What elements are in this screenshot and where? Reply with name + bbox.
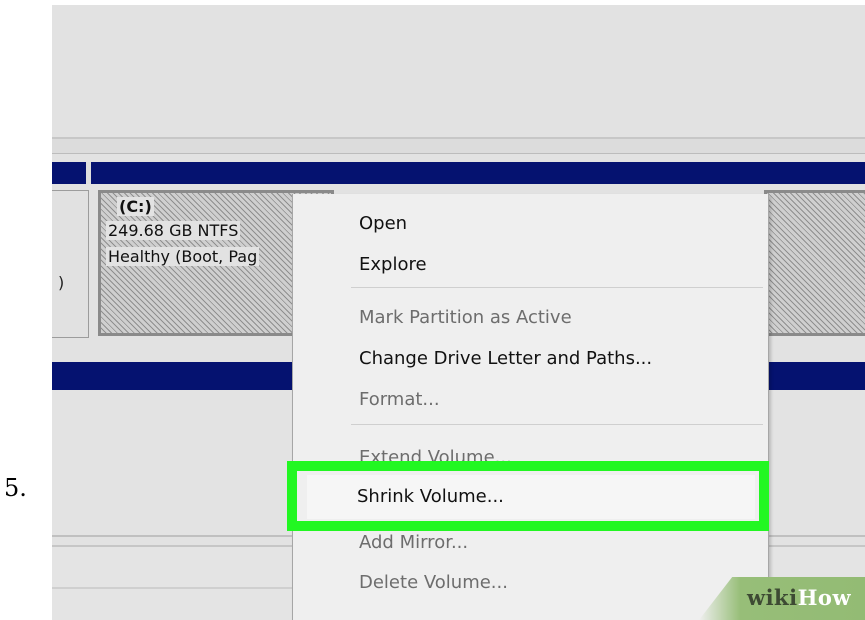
- menu-item-explore[interactable]: Explore: [359, 253, 427, 277]
- disk-0-header-bar: [52, 162, 865, 184]
- step-number: 5.: [4, 474, 27, 502]
- menu-item-change-drive-letter[interactable]: Change Drive Letter and Paths...: [359, 347, 652, 371]
- disk-0-label-fragment: ): [58, 273, 65, 292]
- disk-management-screenshot: ) (C:) 249.68 GB NTFS Healthy (Boot, Pag…: [52, 5, 865, 620]
- watermark-wiki: wiki: [747, 585, 798, 610]
- volume-c-size: 249.68 GB NTFS: [106, 221, 241, 240]
- unallocated-partition[interactable]: [764, 190, 865, 336]
- volume-c-name: (C:): [117, 197, 154, 216]
- menu-separator: [351, 287, 763, 288]
- watermark-how: How: [797, 585, 852, 610]
- pane-splitter[interactable]: [52, 139, 865, 154]
- menu-item-add-mirror[interactable]: Add Mirror...: [359, 531, 468, 555]
- highlight-outline: [287, 461, 769, 531]
- menu-item-open[interactable]: Open: [359, 212, 407, 236]
- menu-item-delete-volume[interactable]: Delete Volume...: [359, 571, 508, 595]
- menu-separator: [351, 424, 763, 425]
- menu-item-format[interactable]: Format...: [359, 388, 440, 412]
- header-separator: [86, 162, 91, 184]
- volume-c-status: Healthy (Boot, Pag: [106, 247, 260, 266]
- menu-item-mark-active[interactable]: Mark Partition as Active: [359, 306, 572, 330]
- disk-0-info-box[interactable]: ): [52, 190, 89, 338]
- volume-list-pane: [52, 5, 865, 139]
- context-menu: Open Explore Mark Partition as Active Ch…: [292, 194, 769, 620]
